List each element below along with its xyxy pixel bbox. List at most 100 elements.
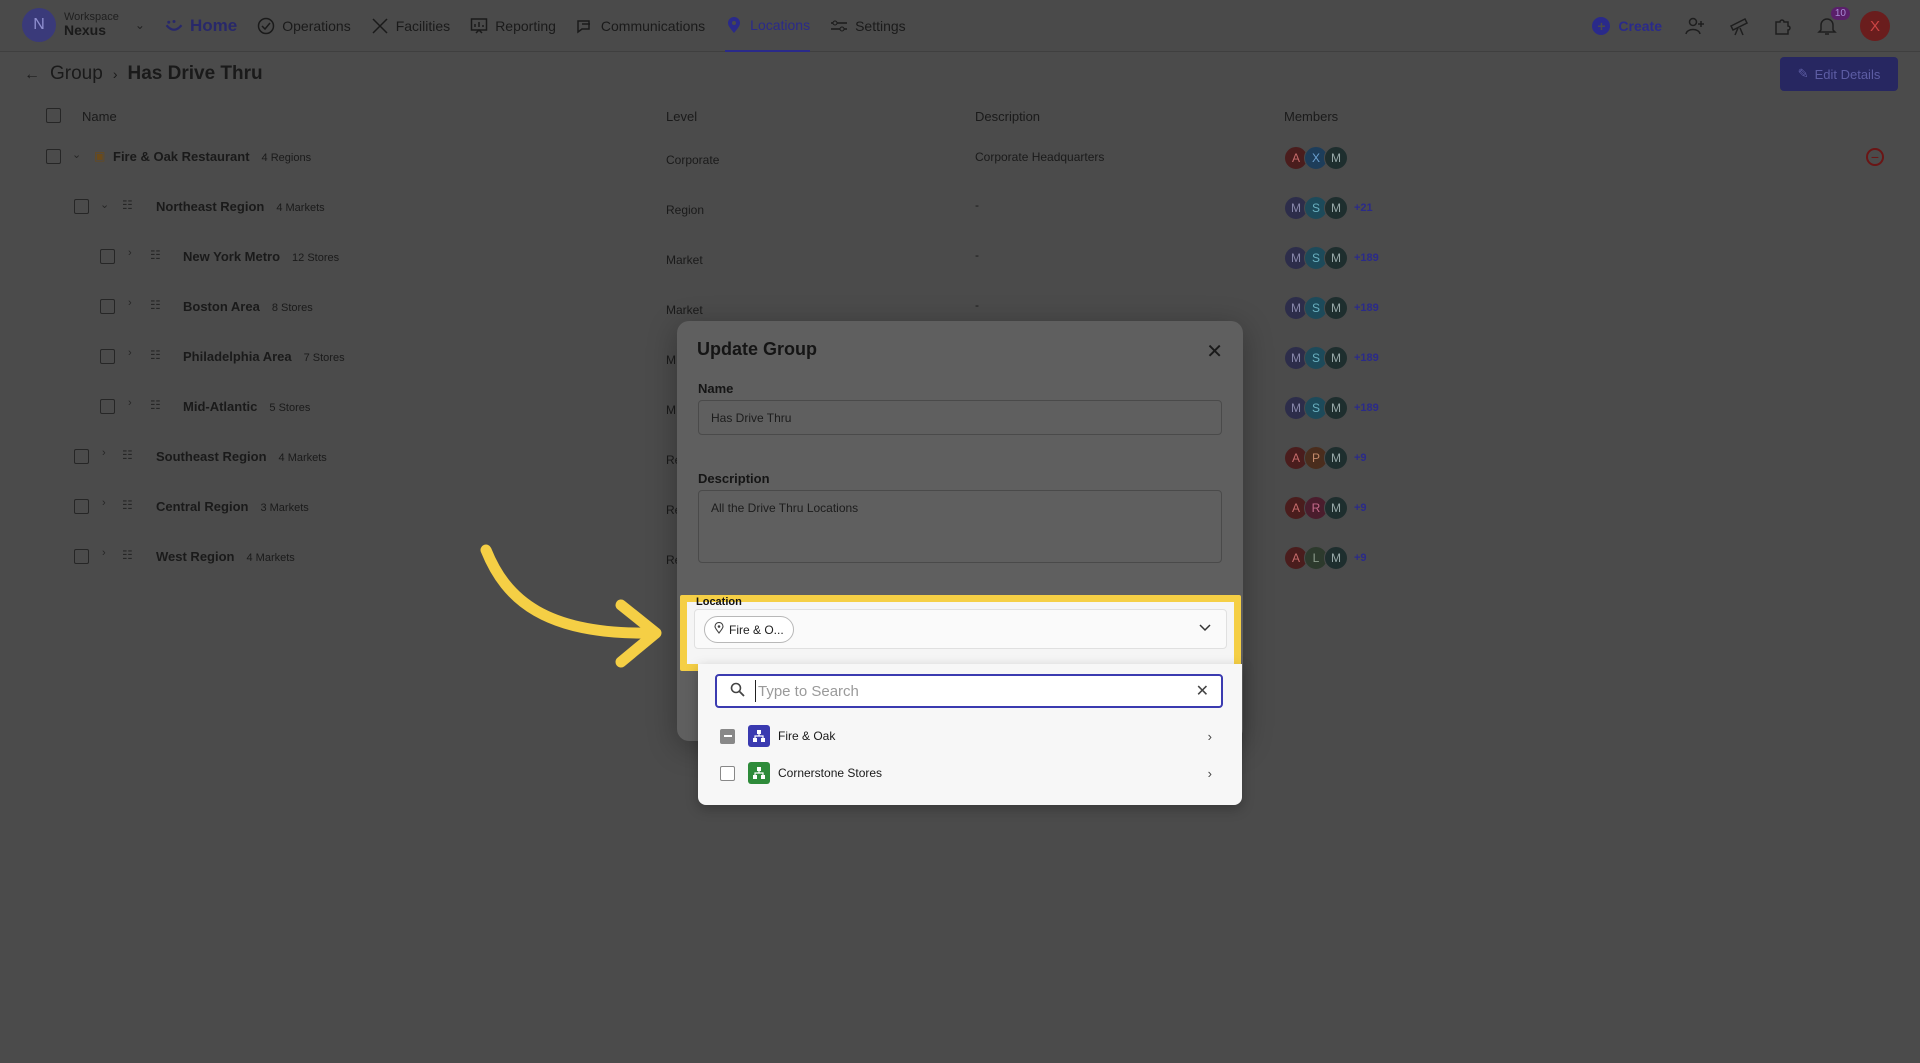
column-header-description: Description — [975, 108, 1041, 124]
location-select[interactable]: Fire & O... — [694, 609, 1227, 649]
chevron-right-icon[interactable]: › — [128, 397, 132, 409]
chevron-right-icon[interactable]: › — [102, 447, 106, 459]
option-checkbox[interactable] — [720, 728, 735, 744]
create-button[interactable]: + Create — [1592, 17, 1662, 35]
column-header-members: Members — [1284, 108, 1339, 124]
table-row[interactable]: ⌄ ☷ Northeast Region 4 Markets Region - M… — [32, 182, 1894, 232]
modal-title: Update Group — [697, 339, 817, 359]
org-hierarchy-icon — [748, 725, 770, 747]
select-all-checkbox[interactable] — [46, 108, 61, 123]
hierarchy-icon: ☷ — [122, 448, 133, 462]
option-checkbox[interactable] — [720, 765, 735, 781]
member-avatars[interactable]: M S M +189 — [1284, 296, 1379, 320]
member-avatars[interactable]: A X M — [1284, 146, 1348, 170]
location-option[interactable]: Cornerstone Stores › — [720, 758, 1220, 788]
nav-communications[interactable]: Communications — [576, 0, 705, 52]
member-avatars[interactable]: A L M +9 — [1284, 546, 1367, 570]
description-label: Description — [698, 471, 770, 486]
close-icon[interactable]: ✕ — [1206, 339, 1223, 364]
chevron-down-icon[interactable] — [1199, 621, 1211, 635]
chevron-right-icon[interactable]: › — [102, 497, 106, 509]
member-avatars[interactable]: M S M +21 — [1284, 196, 1373, 220]
nav-locations[interactable]: Locations — [725, 0, 811, 52]
hierarchy-icon: ☷ — [150, 348, 161, 362]
chevron-right-icon[interactable]: › — [102, 547, 106, 559]
chevron-right-icon[interactable]: › — [1208, 729, 1212, 744]
row-checkbox[interactable] — [74, 199, 89, 214]
hierarchy-icon: ☷ — [122, 548, 133, 562]
row-level: Market — [666, 303, 703, 317]
members-extra-count: +189 — [1354, 302, 1379, 314]
avatar: M — [1324, 496, 1348, 520]
chevron-right-icon[interactable]: › — [1208, 766, 1212, 781]
row-description: Corporate Headquarters — [975, 150, 1105, 164]
pin-icon — [725, 16, 743, 34]
avatar: M — [1324, 346, 1348, 370]
workspace-avatar: N — [22, 8, 56, 42]
breadcrumb: Group › Has Drive Thru — [50, 63, 263, 85]
location-chip[interactable]: Fire & O... — [704, 616, 794, 643]
chevron-right-icon[interactable]: › — [128, 247, 132, 259]
table-header: Name Level Description Members — [32, 100, 1894, 132]
nav-reporting[interactable]: Reporting — [470, 0, 556, 52]
member-avatars[interactable]: M S M +189 — [1284, 396, 1379, 420]
row-checkbox[interactable] — [74, 499, 89, 514]
member-avatars[interactable]: M S M +189 — [1284, 246, 1379, 270]
row-description: - — [975, 298, 979, 312]
chevron-right-icon[interactable]: › — [128, 347, 132, 359]
chevron-right-icon: › — [112, 66, 118, 82]
chevron-right-icon[interactable]: › — [128, 297, 132, 309]
add-user-icon[interactable] — [1684, 15, 1706, 37]
location-option[interactable]: Fire & Oak › — [720, 721, 1220, 751]
row-checkbox[interactable] — [100, 399, 115, 414]
main-nav: Home Operations Facilities Reporting Com… — [165, 0, 906, 52]
table-row[interactable]: › ☷ New York Metro 12 Stores Market - M S… — [32, 232, 1894, 282]
bell-icon[interactable]: 10 — [1816, 7, 1850, 37]
row-count-badge: 8 Stores — [271, 302, 313, 314]
members-extra-count: +189 — [1354, 352, 1379, 364]
description-field[interactable]: All the Drive Thru Locations — [698, 490, 1222, 563]
row-level: Market — [666, 253, 703, 267]
table-row[interactable]: ⌄ ▣ Fire & Oak Restaurant 4 Regions Corpo… — [32, 132, 1894, 182]
row-checkbox[interactable] — [100, 249, 115, 264]
top-nav-bar: N Workspace Nexus ⌄ Home Operations Faci… — [0, 0, 1920, 52]
header-tools: + Create 10 X — [1592, 0, 1890, 52]
chevron-down-icon[interactable]: ⌄ — [100, 198, 109, 211]
member-avatars[interactable]: A R M +9 — [1284, 496, 1367, 520]
row-checkbox[interactable] — [46, 149, 61, 164]
nav-settings[interactable]: Settings — [830, 0, 906, 52]
row-checkbox[interactable] — [100, 349, 115, 364]
puzzle-icon[interactable] — [1772, 15, 1794, 37]
row-checkbox[interactable] — [74, 449, 89, 464]
row-checkbox[interactable] — [100, 299, 115, 314]
nav-facilities[interactable]: Facilities — [371, 0, 450, 52]
row-checkbox[interactable] — [74, 549, 89, 564]
name-field[interactable]: Has Drive Thru — [698, 400, 1222, 435]
hierarchy-icon: ☷ — [150, 298, 161, 312]
search-input[interactable] — [755, 680, 1175, 702]
avatar: M — [1324, 546, 1348, 570]
members-extra-count: +21 — [1354, 202, 1373, 214]
row-count-badge: 7 Stores — [303, 352, 345, 364]
workspace-switcher[interactable]: N Workspace Nexus ⌄ — [22, 8, 145, 42]
members-extra-count: +9 — [1354, 552, 1367, 564]
row-level: M — [666, 403, 676, 417]
telescope-icon[interactable] — [1728, 15, 1750, 37]
back-arrow-icon[interactable]: ← — [24, 66, 40, 84]
location-dropdown: ✕ Fire & Oak › Cornerstone Stores › — [698, 664, 1242, 805]
clear-search-icon[interactable]: ✕ — [1196, 681, 1209, 701]
edit-details-button[interactable]: ✎ Edit Details — [1780, 57, 1898, 91]
member-avatars[interactable]: A P M +9 — [1284, 446, 1367, 470]
nav-operations[interactable]: Operations — [257, 0, 351, 52]
members-extra-count: +9 — [1354, 502, 1367, 514]
remove-icon[interactable]: − — [1866, 148, 1884, 166]
members-extra-count: +9 — [1354, 452, 1367, 464]
member-avatars[interactable]: M S M +189 — [1284, 346, 1379, 370]
chevron-down-icon[interactable]: ⌄ — [72, 148, 81, 161]
column-header-name: Name — [82, 108, 117, 124]
pin-icon — [714, 621, 724, 637]
user-avatar[interactable]: X — [1860, 11, 1890, 41]
location-search[interactable]: ✕ — [715, 674, 1223, 708]
nav-home[interactable]: Home — [165, 0, 237, 52]
breadcrumb-parent[interactable]: Group — [50, 63, 103, 85]
